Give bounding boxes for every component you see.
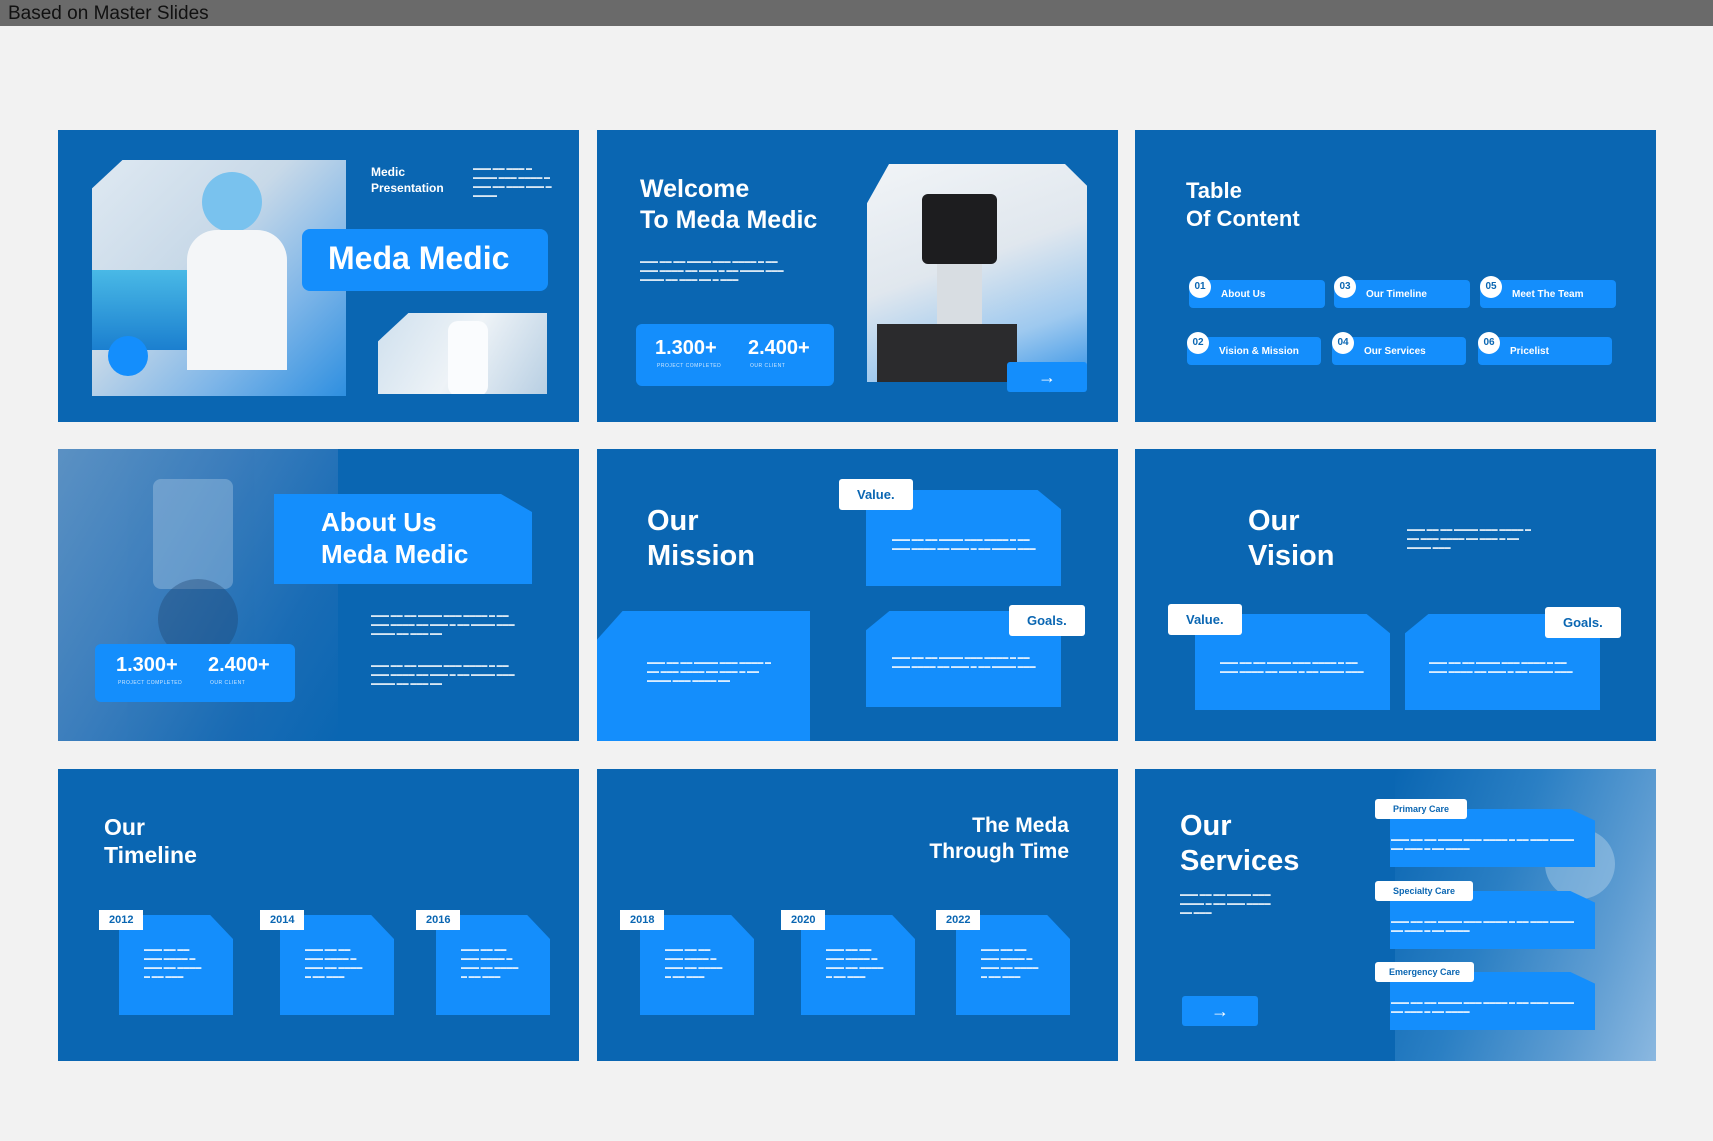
timeline-text: ▬▬▬ ▬▬ ▬▬ ▬▬▬ ▬▬▬▬ ▬ ▬▬▬ ▬▬ ▬▬▬▬ ▬ ▬▬ ▬▬…	[665, 947, 723, 980]
toc-number: 03	[1334, 276, 1356, 298]
stat-projects: 1.300+	[655, 337, 717, 359]
next-arrow-button[interactable]: →	[1007, 362, 1087, 392]
value-text: ▬▬▬ ▬▬ ▬▬ ▬▬▬▬ ▬▬▬ ▬▬▬▬ ▬ ▬▬ ▬▬▬ ▬▬▬▬ ▬▬…	[1220, 660, 1364, 675]
arrow-right-icon: →	[1038, 367, 1056, 387]
stat-clients-label: OUR CLIENT	[210, 680, 246, 686]
toc-number: 06	[1478, 332, 1500, 354]
slide-title: Our Vision	[1248, 505, 1335, 572]
arrow-right-icon: →	[1211, 1001, 1229, 1021]
service-tag-3: Emergency Care	[1375, 962, 1475, 982]
timeline-year-2: 2014	[260, 910, 305, 930]
timeline-text: ▬▬▬ ▬▬ ▬▬ ▬▬▬ ▬▬▬▬ ▬ ▬▬▬ ▬▬ ▬▬▬▬ ▬ ▬▬ ▬▬…	[826, 947, 884, 980]
toc-number: 01	[1189, 276, 1211, 298]
toc-label: Vision & Mission	[1219, 346, 1299, 357]
slide-thumbnail-1[interactable]: Medic Presentation ▬▬▬ ▬▬ ▬▬▬ ▬ ▬▬▬▬ ▬▬▬…	[58, 130, 579, 422]
toc-label: About Us	[1221, 289, 1266, 300]
slide-title: Welcome To Meda Medic	[640, 175, 818, 234]
stat-clients: 2.400+	[748, 337, 810, 359]
slide-thumbnail-7[interactable]: Our Timeline 2012 ▬▬▬ ▬▬ ▬▬ ▬▬▬ ▬▬▬▬ ▬ ▬…	[58, 769, 579, 1061]
timeline-year-2: 2020	[781, 910, 826, 930]
timeline-year-1: 2012	[99, 910, 144, 930]
about-text-2: ▬▬▬ ▬▬ ▬▬ ▬▬▬▬ ▬▬▬ ▬▬▬▬ ▬ ▬▬ ▬▬▬ ▬▬▬▬ ▬▬…	[371, 663, 515, 687]
top-bar: Based on Master Slides	[0, 0, 1713, 26]
intro-text: ▬▬▬ ▬▬ ▬▬▬ ▬ ▬▬▬▬ ▬▬▬ ▬▬▬▬ ▬ ▬▬▬ ▬▬ ▬▬▬ …	[473, 166, 552, 199]
timeline-year-1: 2018	[620, 910, 665, 930]
stat-projects: 1.300+	[116, 654, 178, 676]
service-text: ▬▬▬ ▬▬ ▬▬ ▬▬▬▬ ▬▬▬ ▬▬▬▬ ▬ ▬▬ ▬▬▬ ▬▬▬▬ ▬▬…	[1391, 1000, 1575, 1015]
microscope-photo	[867, 164, 1087, 382]
slide-thumbnail-5[interactable]: Our Mission Value. ▬▬▬ ▬▬ ▬▬ ▬▬▬▬ ▬▬▬ ▬▬…	[597, 449, 1118, 741]
welcome-text: ▬▬▬ ▬▬ ▬▬ ▬▬▬▬ ▬▬▬ ▬▬▬▬ ▬ ▬▬ ▬▬▬ ▬▬▬▬ ▬▬…	[640, 259, 784, 283]
timeline-text: ▬▬▬ ▬▬ ▬▬ ▬▬▬ ▬▬▬▬ ▬ ▬▬▬ ▬▬ ▬▬▬▬ ▬ ▬▬ ▬▬…	[144, 947, 202, 980]
slide-title: Our Mission	[647, 505, 755, 572]
slide-thumbnail-4[interactable]: About Us Meda Medic 1.300+ PROJECT COMPL…	[58, 449, 579, 741]
timeline-text: ▬▬▬ ▬▬ ▬▬ ▬▬▬ ▬▬▬▬ ▬ ▬▬▬ ▬▬ ▬▬▬▬ ▬ ▬▬ ▬▬…	[305, 947, 363, 980]
goals-text: ▬▬▬ ▬▬ ▬▬ ▬▬▬▬ ▬▬▬ ▬▬▬▬ ▬ ▬▬ ▬▬▬ ▬▬▬▬ ▬▬…	[892, 655, 1036, 670]
goals-tag: Goals.	[1545, 607, 1621, 638]
stat-clients: 2.400+	[208, 654, 270, 676]
stat-projects-label: PROJECT COMPLETED	[118, 680, 183, 686]
top-bar-title: Based on Master Slides	[8, 3, 209, 24]
slide-title: Our Services	[1180, 810, 1300, 877]
value-tag: Value.	[839, 479, 913, 510]
service-text: ▬▬▬ ▬▬ ▬▬ ▬▬▬▬ ▬▬▬ ▬▬▬▬ ▬ ▬▬ ▬▬▬ ▬▬▬▬ ▬▬…	[1391, 919, 1575, 934]
value-text: ▬▬▬ ▬▬ ▬▬ ▬▬▬▬ ▬▬▬ ▬▬▬▬ ▬ ▬▬ ▬▬▬ ▬▬▬▬ ▬▬…	[892, 537, 1036, 552]
stat-clients-label: OUR CLIENT	[750, 363, 786, 369]
slide-thumbnail-9[interactable]: Our Services ▬▬▬ ▬▬ ▬▬ ▬▬▬▬ ▬▬▬ ▬▬▬▬ ▬ ▬…	[1135, 769, 1656, 1061]
goals-text: ▬▬▬ ▬▬ ▬▬ ▬▬▬▬ ▬▬▬ ▬▬▬▬ ▬ ▬▬ ▬▬▬ ▬▬▬▬ ▬▬…	[1429, 660, 1573, 675]
mission-text: ▬▬▬ ▬▬ ▬▬ ▬▬▬▬ ▬▬▬ ▬▬▬▬ ▬ ▬▬ ▬▬▬ ▬▬▬▬ ▬▬…	[647, 660, 772, 684]
toc-label: Meet The Team	[1512, 289, 1584, 300]
toc-number: 02	[1187, 332, 1209, 354]
goals-tag: Goals.	[1009, 605, 1085, 636]
services-arrow-button[interactable]: →	[1182, 996, 1258, 1026]
toc-number: 05	[1480, 276, 1502, 298]
about-text-1: ▬▬▬ ▬▬ ▬▬ ▬▬▬▬ ▬▬▬ ▬▬▬▬ ▬ ▬▬ ▬▬▬ ▬▬▬▬ ▬▬…	[371, 613, 515, 637]
service-tag-2: Specialty Care	[1375, 881, 1474, 901]
services-text: ▬▬▬ ▬▬ ▬▬ ▬▬▬▬ ▬▬▬ ▬▬▬▬ ▬ ▬▬ ▬▬▬ ▬▬▬▬ ▬▬…	[1180, 892, 1271, 916]
timeline-text: ▬▬▬ ▬▬ ▬▬ ▬▬▬ ▬▬▬▬ ▬ ▬▬▬ ▬▬ ▬▬▬▬ ▬ ▬▬ ▬▬…	[981, 947, 1039, 980]
service-tag-1: Primary Care	[1375, 799, 1468, 819]
slide-thumbnail-8[interactable]: The Meda Through Time 2018 ▬▬▬ ▬▬ ▬▬ ▬▬▬…	[597, 769, 1118, 1061]
timeline-year-3: 2022	[936, 910, 981, 930]
slide-title: Our Timeline	[104, 814, 197, 868]
subtitle: Medic Presentation	[371, 165, 444, 195]
toc-label: Pricelist	[1510, 346, 1549, 357]
timeline-year-3: 2016	[416, 910, 461, 930]
circle-accent	[108, 336, 148, 376]
slide-title: Meda Medic	[328, 240, 510, 276]
slide-thumbnail-3[interactable]: Table Of Content About Us 01 Vision & Mi…	[1135, 130, 1656, 422]
value-tag: Value.	[1168, 604, 1242, 635]
slide-title: Table Of Content	[1186, 178, 1300, 231]
toc-label: Our Services	[1364, 346, 1426, 357]
slide-title: The Meda Through Time	[929, 814, 1069, 863]
toc-number: 04	[1332, 332, 1354, 354]
slide-thumbnail-2[interactable]: Welcome To Meda Medic ▬▬▬ ▬▬ ▬▬ ▬▬▬▬ ▬▬▬…	[597, 130, 1118, 422]
vision-text: ▬▬▬ ▬▬ ▬▬ ▬▬▬▬ ▬▬▬ ▬▬▬▬ ▬ ▬▬ ▬▬▬ ▬▬▬▬ ▬▬…	[1407, 527, 1532, 551]
stat-projects-label: PROJECT COMPLETED	[657, 363, 722, 369]
doctor-photo	[378, 313, 547, 394]
slide-title: About Us Meda Medic	[321, 507, 469, 569]
toc-label: Our Timeline	[1366, 289, 1427, 300]
timeline-text: ▬▬▬ ▬▬ ▬▬ ▬▬▬ ▬▬▬▬ ▬ ▬▬▬ ▬▬ ▬▬▬▬ ▬ ▬▬ ▬▬…	[461, 947, 519, 980]
slide-thumbnail-6[interactable]: Our Vision ▬▬▬ ▬▬ ▬▬ ▬▬▬▬ ▬▬▬ ▬▬▬▬ ▬ ▬▬ …	[1135, 449, 1656, 741]
service-text: ▬▬▬ ▬▬ ▬▬ ▬▬▬▬ ▬▬▬ ▬▬▬▬ ▬ ▬▬ ▬▬▬ ▬▬▬▬ ▬▬…	[1391, 837, 1575, 852]
